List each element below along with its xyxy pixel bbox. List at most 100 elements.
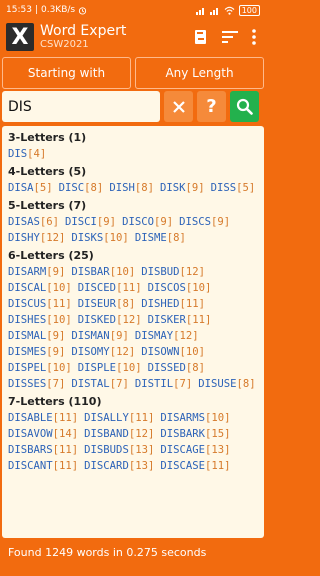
word-item[interactable]: DISHED[11] (141, 296, 205, 312)
word-item[interactable]: DISALLY[11] (84, 410, 154, 426)
word-item[interactable]: DISBAND[12] (84, 426, 154, 442)
word-item[interactable]: DISOWN[10] (141, 344, 205, 360)
word-text: DIS (8, 148, 28, 160)
word-item[interactable]: DISOMY[12] (71, 344, 135, 360)
word-item[interactable]: DISS[5] (211, 180, 256, 196)
word-item[interactable]: DISCARD[13] (84, 458, 154, 474)
more-vertical-icon[interactable] (252, 29, 256, 45)
clear-icon (172, 100, 185, 113)
word-score: [11] (46, 298, 72, 310)
word-item[interactable]: DISSES[7] (8, 376, 65, 392)
signal-icon (195, 7, 204, 15)
word-score: [12] (128, 428, 155, 440)
word-item[interactable]: DIS[4] (8, 146, 46, 162)
word-item[interactable]: DISKED[12] (78, 312, 142, 328)
word-item[interactable]: DISCS[9] (179, 214, 230, 230)
word-text: DISCARD (84, 460, 129, 472)
search-icon (236, 98, 253, 115)
word-text: DISBUDS (84, 444, 129, 456)
app-title: Word Expert (40, 23, 127, 39)
word-item[interactable]: DISCANT[11] (8, 458, 78, 474)
word-item[interactable]: DISARMS[10] (160, 410, 230, 426)
word-item[interactable]: DISCI[9] (65, 214, 116, 230)
word-score: [6] (39, 216, 60, 228)
word-item[interactable]: DISBUDS[13] (84, 442, 154, 458)
word-score: [5] (236, 182, 256, 194)
word-text: DISPEL (8, 362, 47, 374)
word-list: DISA[5] DISC[8] DISH[8] DISK[9] DISS[5] (8, 180, 258, 196)
word-item[interactable]: DISPEL[10] (8, 360, 72, 376)
word-item[interactable]: DISSED[8] (148, 360, 205, 376)
word-item[interactable]: DISCED[11] (78, 280, 142, 296)
word-item[interactable]: DISCAGE[13] (160, 442, 230, 458)
word-score: [8] (116, 298, 136, 310)
word-item[interactable]: DISMAN[9] (71, 328, 128, 344)
word-item[interactable]: DISAVOW[14] (8, 426, 78, 442)
word-item[interactable]: DISUSE[8] (198, 376, 255, 392)
word-text: DISUSE (198, 378, 237, 390)
word-item[interactable]: DISKER[11] (148, 312, 212, 328)
word-text: DISMAY (134, 330, 174, 342)
word-item[interactable]: DISARM[9] (8, 264, 65, 280)
word-score: [10] (46, 314, 72, 326)
word-item[interactable]: DISH[8] (109, 180, 154, 196)
word-item[interactable]: DISCOS[10] (148, 280, 212, 296)
word-text: DISAS (8, 216, 40, 228)
word-score: [10] (179, 346, 206, 358)
word-item[interactable]: DISABLE[11] (8, 410, 78, 426)
clear-button[interactable] (164, 91, 193, 122)
word-score: [11] (52, 460, 79, 472)
word-score: [11] (116, 282, 142, 294)
word-text: DISBAR (71, 266, 110, 278)
word-item[interactable]: DISCAL[10] (8, 280, 72, 296)
word-item[interactable]: DISPLE[10] (78, 360, 142, 376)
search-button[interactable] (230, 91, 259, 122)
word-item[interactable]: DISCO[9] (122, 214, 173, 230)
signal-2-icon (209, 7, 218, 15)
book-icon[interactable] (194, 29, 208, 45)
word-item[interactable]: DISHY[12] (8, 230, 65, 246)
word-item[interactable]: DISAS[6] (8, 214, 59, 230)
word-item[interactable]: DISHES[10] (8, 312, 72, 328)
word-item[interactable]: DISME[8] (135, 230, 186, 246)
length-select[interactable]: Any Length (135, 57, 264, 89)
word-text: DISME (134, 232, 167, 244)
status-separator: | (34, 5, 38, 15)
word-item[interactable]: DISA[5] (8, 180, 53, 196)
nav-bar (0, 566, 266, 576)
word-item[interactable]: DISBAR[10] (71, 264, 135, 280)
word-text: DISOWN (141, 346, 180, 358)
section-title: 5-Letters (7) (8, 199, 87, 212)
word-score: [13] (128, 444, 155, 456)
word-item[interactable]: DISMES[9] (8, 344, 65, 360)
word-score: [11] (179, 298, 206, 310)
sort-icon[interactable] (222, 31, 238, 43)
word-item[interactable]: DISTIL[7] (135, 376, 192, 392)
word-text: DISMAN (71, 330, 110, 342)
word-item[interactable]: DISCUS[11] (8, 296, 72, 312)
search-input[interactable] (2, 91, 160, 122)
starting-with-button[interactable]: Starting with (2, 57, 131, 89)
word-score: [10] (103, 232, 129, 244)
word-item[interactable]: DISCASE[11] (160, 458, 230, 474)
word-item[interactable]: DISC[8] (59, 180, 104, 196)
word-text: DISARM (8, 266, 47, 278)
word-text: DISCOS (147, 282, 186, 294)
word-item[interactable]: DISK[9] (160, 180, 205, 196)
word-score: [9] (210, 216, 231, 228)
word-item[interactable]: DISMAY[12] (135, 328, 199, 344)
word-item[interactable]: DISMAL[9] (8, 328, 65, 344)
word-text: DISSES (8, 378, 47, 390)
word-score: [12] (116, 314, 142, 326)
word-item[interactable]: DISEUR[8] (78, 296, 135, 312)
word-item[interactable]: DISKS[10] (71, 230, 128, 246)
word-score: [13] (128, 460, 155, 472)
search-row: ? (2, 91, 264, 122)
word-item[interactable]: DISTAL[7] (71, 376, 128, 392)
help-button[interactable]: ? (197, 91, 226, 122)
word-item[interactable]: DISBUD[12] (141, 264, 205, 280)
word-text: DISK (159, 182, 186, 194)
word-item[interactable]: DISBARK[15] (160, 426, 230, 442)
word-score: [11] (185, 314, 212, 326)
word-item[interactable]: DISBARS[11] (8, 442, 78, 458)
